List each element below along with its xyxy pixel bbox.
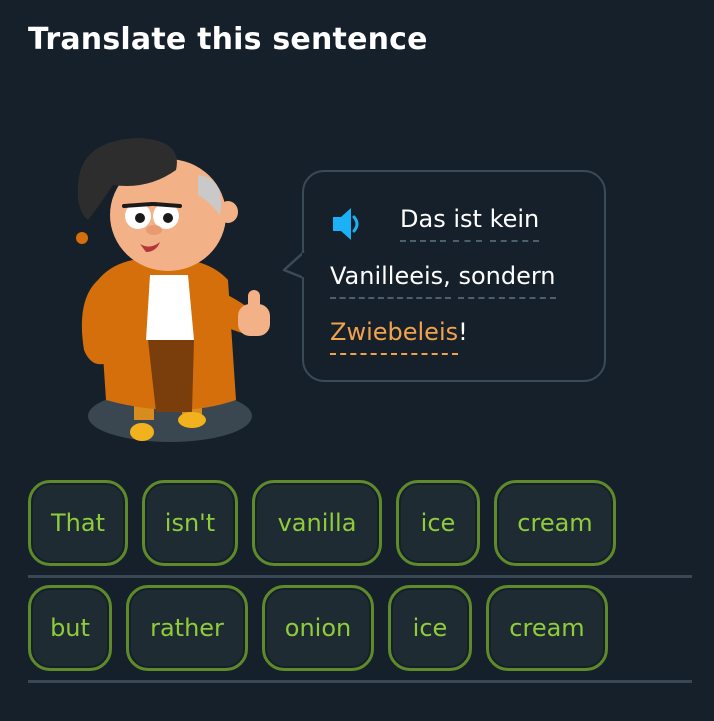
page-title: Translate this sentence <box>28 22 428 57</box>
prompt-word[interactable]: kein <box>489 205 540 242</box>
word-chip[interactable]: cream <box>486 585 608 671</box>
prompt-word[interactable]: sondern <box>458 262 556 299</box>
speaker-icon[interactable] <box>331 205 361 243</box>
word-chip[interactable]: but <box>28 585 112 671</box>
prompt-word-highlighted[interactable]: Zwiebeleis <box>330 318 459 355</box>
word-chip[interactable]: rather <box>126 585 248 671</box>
word-chip[interactable]: onion <box>262 585 374 671</box>
word-chip[interactable]: ice <box>388 585 472 671</box>
speech-bubble: Das ist kein Vanilleeis, sondern Zwiebel… <box>302 170 606 382</box>
word-bank-divider <box>28 680 692 683</box>
word-chip[interactable]: ice <box>396 480 480 566</box>
prompt-word[interactable]: Vanilleeis, <box>330 262 451 299</box>
word-chip[interactable]: vanilla <box>252 480 382 566</box>
speech-bubble-tail <box>282 251 307 280</box>
prompt-word[interactable]: Das <box>400 205 446 242</box>
word-chip[interactable]: That <box>28 480 128 566</box>
word-chip[interactable]: isn't <box>142 480 238 566</box>
prompt-line-3: Zwiebeleis! <box>330 318 468 355</box>
prompt-punctuation: ! <box>458 318 468 346</box>
word-chip[interactable]: cream <box>494 480 616 566</box>
prompt-line-2: Vanilleeis, sondern <box>330 262 556 299</box>
word-bank-divider <box>28 575 692 578</box>
prompt-word[interactable]: ist <box>453 205 482 242</box>
prompt-line-1: Das ist kein <box>400 205 540 242</box>
character-illustration <box>76 138 270 442</box>
